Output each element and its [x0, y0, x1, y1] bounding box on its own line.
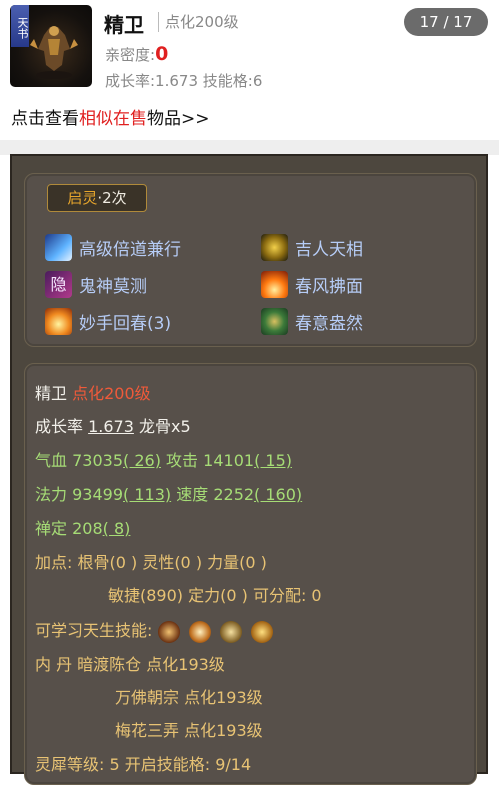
atk-bonus: ( 15) — [254, 451, 292, 470]
atk-value: 14101 — [203, 451, 255, 470]
attributes-card: 精卫 点化200级 成长率 1.673 龙骨x5 气血 73035( 26) 攻… — [24, 363, 477, 785]
ding-row: 禅定 208( 8) — [35, 515, 130, 539]
inner-core-row-2: 万佛朝宗 点化193级 — [115, 688, 263, 707]
skill-label: 吉人天相 — [295, 240, 363, 260]
mp-value: 93499 — [72, 485, 124, 504]
pet-name: 精卫 — [104, 13, 144, 37]
mp-label: 法力 — [35, 485, 68, 504]
ding-bonus: ( 8) — [102, 519, 131, 538]
header: 天书 精卫 点化200级 17 / 17 亲密度:0 成长率:1.673 技能格… — [0, 0, 499, 140]
detail-level: 点化200级 — [72, 384, 151, 403]
similar-suffix: 物品>> — [147, 109, 210, 129]
skill-item[interactable]: 高级倍道兼行 — [45, 234, 181, 261]
skill-label: 妙手回春(3) — [79, 314, 172, 334]
skill-item[interactable]: 春意盎然 — [261, 308, 363, 335]
mp-bonus: ( 113) — [123, 485, 172, 504]
growth-label: 成长率 — [35, 417, 84, 436]
innate-skills-row: 可学习天生技能: — [35, 617, 277, 643]
claw-icon[interactable] — [219, 620, 242, 643]
intimacy: 亲密度:0 — [105, 43, 168, 65]
detail-title: 精卫 点化200级 — [35, 380, 151, 404]
ring-icon[interactable] — [157, 620, 180, 643]
skill-item[interactable]: 吉人天相 — [261, 234, 363, 261]
spirit-row: 灵犀等级: 5 开启技能格: 9/14 — [35, 755, 252, 774]
skill-item[interactable]: 隐 鬼神莫测 — [45, 271, 147, 298]
pet-avatar[interactable]: 天书 — [10, 5, 92, 87]
ding-label: 禅定 — [35, 519, 68, 538]
hp-label: 气血 — [35, 451, 68, 470]
ding-value: 208 — [72, 519, 103, 538]
spd-bonus: ( 160) — [254, 485, 303, 504]
intimacy-value: 0 — [155, 43, 169, 65]
points-row-2: 敏捷(890) 定力(0 ) 可分配: 0 — [108, 586, 322, 605]
page-counter[interactable]: 17 / 17 — [404, 8, 488, 36]
spd-value: 2252 — [213, 485, 255, 504]
hp-bonus: ( 26) — [123, 451, 161, 470]
flame-beast-icon[interactable] — [250, 620, 273, 643]
similar-link-text[interactable]: 相似在售 — [79, 109, 147, 129]
intimacy-label: 亲密度: — [105, 46, 156, 64]
skill-label: 春意盎然 — [295, 314, 363, 334]
atk-label: 攻击 — [166, 451, 199, 470]
inner-core-row-1: 内 丹 暗渡陈仓 点化193级 — [35, 655, 225, 674]
qiling-count: ·2次 — [97, 189, 127, 207]
innate-label: 可学习天生技能: — [35, 621, 153, 640]
pet-level: 点化200级 — [165, 13, 239, 31]
divider — [158, 12, 159, 32]
inner-core-row-3: 梅花三弄 点化193级 — [115, 721, 263, 740]
points-row-1: 加点: 根骨(0 ) 灵性(0 ) 力量(0 ) — [35, 553, 267, 572]
eye-icon[interactable] — [188, 620, 211, 643]
skill-label: 高级倍道兼行 — [79, 240, 181, 260]
skill-item[interactable]: 春风拂面 — [261, 271, 363, 298]
skill-label: 春风拂面 — [295, 277, 363, 297]
qiling-label: 启灵 — [67, 189, 98, 207]
golden-figure-icon — [261, 234, 288, 261]
spd-label: 速度 — [176, 485, 209, 504]
qiling-badge: 启灵·2次 — [47, 184, 147, 212]
flame-icon — [261, 271, 288, 298]
skill-label: 鬼神莫测 — [79, 277, 147, 297]
similar-prefix: 点击查看 — [11, 109, 79, 129]
dragon-bone: 龙骨x5 — [139, 417, 191, 436]
similar-items-link[interactable]: 点击查看相似在售物品>> — [11, 104, 210, 129]
hidden-glyph-icon: 隐 — [45, 271, 72, 298]
wing-icon — [45, 234, 72, 261]
growth-value: 1.673 — [88, 417, 134, 436]
green-nature-icon — [261, 308, 288, 335]
detail-name: 精卫 — [35, 384, 68, 403]
skill-item[interactable]: 妙手回春(3) — [45, 308, 171, 335]
growth-line: 成长率:1.673 技能格:6 — [105, 72, 263, 90]
fire-hand-icon — [45, 308, 72, 335]
qiling-card: 启灵·2次 高级倍道兼行 吉人天相 隐 鬼神莫测 春风拂面 妙手回春(3) 春意… — [24, 173, 477, 347]
pet-detail-panel: 启灵·2次 高级倍道兼行 吉人天相 隐 鬼神莫测 春风拂面 妙手回春(3) 春意… — [10, 154, 488, 785]
growth-row: 成长率 1.673 龙骨x5 — [35, 413, 191, 437]
tianshu-badge: 天书 — [11, 5, 29, 47]
hp-atk-row: 气血 73035( 26) 攻击 14101( 15) — [35, 447, 292, 471]
mp-spd-row: 法力 93499( 113) 速度 2252( 160) — [35, 481, 302, 505]
hp-value: 73035 — [72, 451, 124, 470]
section-gap — [0, 140, 499, 155]
